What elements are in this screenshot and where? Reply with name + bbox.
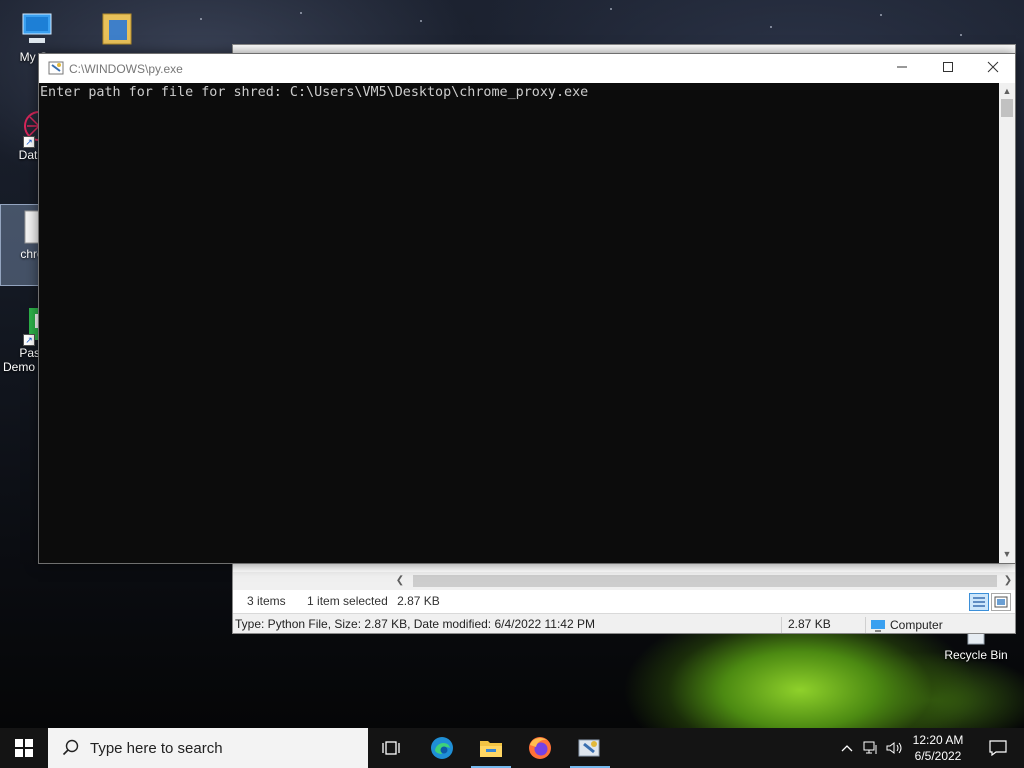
- desktop-icon-folder[interactable]: [80, 8, 154, 50]
- python-icon: [578, 739, 600, 757]
- details-view-icon: [973, 597, 985, 607]
- maximize-icon: [943, 62, 953, 72]
- scroll-right-arrow-icon[interactable]: ❯: [1001, 574, 1015, 588]
- vertical-scrollbar[interactable]: ▲ ▼: [999, 83, 1015, 563]
- maximize-button[interactable]: [925, 54, 971, 83]
- file-explorer-button[interactable]: [467, 728, 515, 768]
- scroll-down-arrow-icon[interactable]: ▼: [999, 547, 1015, 561]
- console-titlebar[interactable]: C:\WINDOWS\py.exe: [39, 54, 1015, 83]
- horizontal-scrollbar[interactable]: ❮ ❯: [233, 572, 1015, 590]
- start-button[interactable]: [0, 728, 48, 768]
- details-size: 2.87 KB: [781, 617, 831, 633]
- large-icons-view-icon: [994, 596, 1008, 608]
- desktop-icon-label: Recycle Bin: [944, 648, 1008, 662]
- computer-icon: [17, 8, 57, 48]
- notification-icon: [989, 740, 1007, 756]
- explorer-details-bar: Type: Python File, Size: 2.87 KB, Date m…: [233, 613, 1015, 633]
- python-console-button[interactable]: [566, 728, 614, 768]
- show-hidden-icons-button[interactable]: [836, 728, 858, 768]
- item-count: 3 items: [247, 594, 286, 608]
- notification-center-button[interactable]: [978, 728, 1018, 768]
- console-output[interactable]: Enter path for file for shred: C:\Users\…: [39, 83, 999, 563]
- firefox-button[interactable]: [516, 728, 564, 768]
- console-window[interactable]: C:\WINDOWS\py.exe Enter path for file fo…: [38, 53, 1016, 564]
- chevron-up-icon: [841, 745, 853, 752]
- scrollbar-thumb[interactable]: [413, 575, 997, 587]
- taskbar-clock[interactable]: 12:20 AM 6/5/2022: [906, 732, 970, 764]
- details-location: Computer: [865, 617, 943, 633]
- volume-icon: [886, 742, 902, 754]
- minimize-button[interactable]: [879, 54, 925, 83]
- folder-icon: [480, 741, 502, 757]
- details-location-label: Computer: [890, 618, 943, 632]
- scroll-left-arrow-icon[interactable]: ❮: [393, 574, 407, 588]
- network-button[interactable]: [860, 728, 882, 768]
- large-icons-view-button[interactable]: [991, 593, 1011, 611]
- clock-time: 12:20 AM: [912, 733, 964, 747]
- task-view-button[interactable]: [368, 728, 416, 768]
- details-view-button[interactable]: [969, 593, 989, 611]
- search-placeholder: Type here to search: [90, 739, 223, 757]
- taskbar: Type here to search 12:20 AM 6/5/2022: [0, 728, 1024, 768]
- selection-count: 1 item selected: [307, 594, 388, 608]
- close-icon: [987, 61, 999, 73]
- scrollbar-thumb[interactable]: [1001, 99, 1013, 117]
- volume-button[interactable]: [884, 728, 906, 768]
- clock-date: 6/5/2022: [914, 749, 962, 763]
- close-button[interactable]: [970, 54, 1016, 83]
- file-details-text: Type: Python File, Size: 2.87 KB, Date m…: [235, 617, 595, 631]
- task-view-icon: [382, 741, 400, 755]
- selection-size: 2.87 KB: [397, 594, 440, 608]
- minimize-icon: [897, 66, 907, 68]
- edge-button[interactable]: [418, 728, 466, 768]
- windows-logo-icon: [15, 739, 33, 757]
- console-title: C:\WINDOWS\py.exe: [69, 62, 183, 76]
- firefox-icon: [529, 737, 551, 759]
- scroll-up-arrow-icon[interactable]: ▲: [999, 84, 1015, 98]
- edge-icon: [431, 737, 453, 759]
- network-icon: [863, 741, 877, 754]
- shortcut-arrow-icon: ↗: [23, 334, 35, 346]
- python-icon: [48, 61, 64, 75]
- search-icon: [62, 739, 79, 756]
- taskbar-search-box[interactable]: Type here to search: [48, 728, 368, 768]
- explorer-status-bar: 3 items 1 item selected 2.87 KB: [233, 590, 1015, 612]
- shortcut-arrow-icon: ↗: [23, 136, 35, 148]
- computer-icon: [871, 619, 885, 632]
- folder-icon: [97, 8, 137, 48]
